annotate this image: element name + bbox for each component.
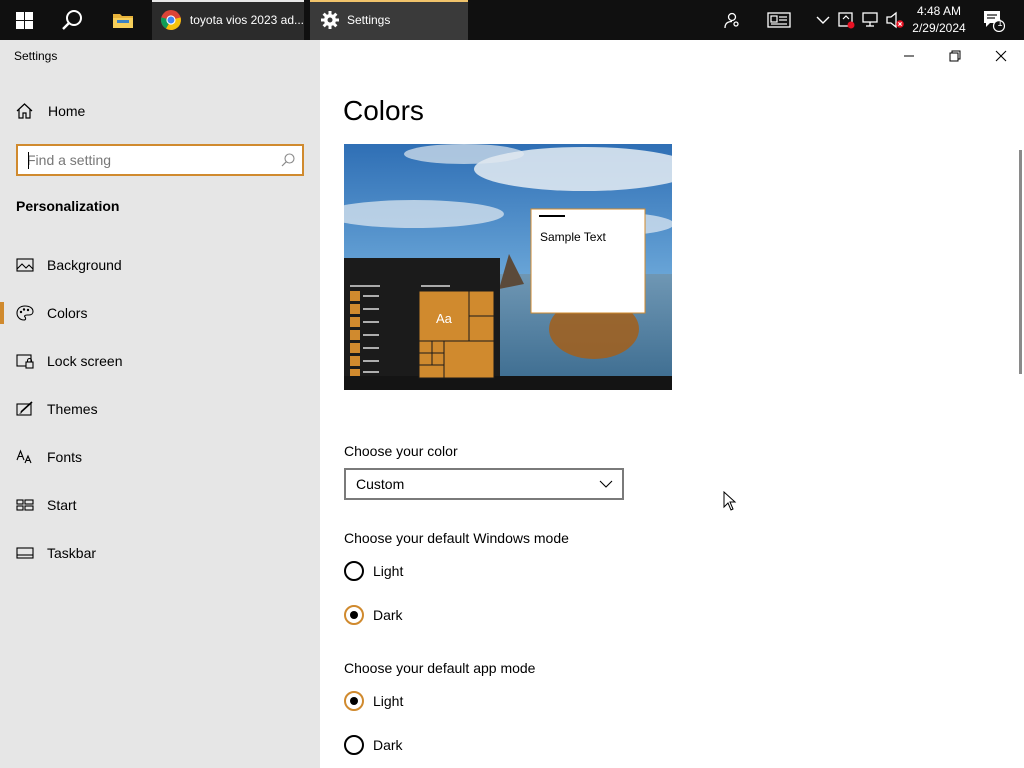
sidebar-item-background[interactable]: Background (0, 245, 320, 285)
people-button[interactable] (716, 0, 746, 40)
clock[interactable]: 4:48 AM 2/29/2024 (906, 3, 972, 37)
show-hidden-icons-button[interactable] (812, 0, 834, 40)
windows-logo-icon (15, 11, 33, 29)
action-center-button[interactable]: 1 (978, 0, 1008, 40)
sidebar-item-label: Lock screen (47, 353, 123, 369)
close-icon (995, 50, 1007, 62)
search-icon[interactable] (280, 152, 296, 168)
lock-screen-icon (16, 354, 34, 369)
radio-button-selected[interactable] (344, 605, 364, 625)
radio-button[interactable] (344, 561, 364, 581)
clock-date: 2/29/2024 (912, 21, 966, 35)
chrome-icon (160, 10, 181, 30)
restore-icon (949, 50, 961, 62)
page-title: Colors (343, 95, 424, 126)
mouse-cursor-icon (723, 491, 737, 511)
sidebar-item-themes[interactable]: Themes (0, 389, 320, 429)
taskbar-icon (16, 547, 34, 559)
brush-icon (16, 401, 33, 416)
app-mode-light-radio[interactable]: Light (344, 689, 403, 713)
chevron-up-icon (816, 16, 830, 24)
minimize-icon (904, 55, 914, 57)
speaker-muted-icon (886, 11, 904, 29)
search-box[interactable] (16, 144, 304, 176)
radio-button-selected[interactable] (344, 691, 364, 711)
sidebar-item-label: Fonts (47, 449, 83, 465)
radio-label: Light (373, 563, 404, 579)
home-label: Home (48, 103, 86, 119)
taskbar-search-button[interactable] (48, 0, 96, 40)
preview-sample-text: Sample Text (540, 230, 606, 244)
sidebar-item-label: Colors (47, 305, 88, 321)
scrollbar[interactable] (1019, 150, 1022, 374)
windows-mode-label: Choose your default Windows mode (344, 530, 569, 546)
preview-tile-text: Aa (436, 311, 452, 326)
file-explorer-button[interactable] (98, 0, 148, 40)
home-icon (16, 103, 33, 119)
start-button[interactable] (0, 0, 48, 40)
text-caret (28, 152, 29, 169)
shield-alert-icon (838, 12, 855, 29)
search-input[interactable] (27, 150, 267, 170)
sidebar-item-start[interactable]: Start (0, 485, 320, 525)
radio-button[interactable] (344, 735, 364, 755)
vpn-tray-button[interactable] (836, 0, 856, 40)
start-icon (16, 499, 34, 511)
color-dropdown[interactable]: Custom (344, 468, 624, 500)
settings-taskbar-item[interactable]: Settings (310, 0, 468, 40)
choose-color-label: Choose your color (344, 443, 458, 459)
sidebar-item-lock-screen[interactable]: Lock screen (0, 341, 320, 381)
search-icon (62, 10, 82, 30)
sidebar: Home Personalization Background Colors L… (0, 40, 320, 768)
sidebar-item-fonts[interactable]: Fonts (0, 437, 320, 477)
radio-label: Light (373, 693, 404, 709)
sidebar-item-label: Taskbar (47, 545, 97, 561)
clock-time: 4:48 AM (916, 4, 962, 18)
news-icon (767, 12, 791, 28)
radio-label: Dark (373, 737, 403, 753)
section-header: Personalization (16, 198, 120, 214)
fonts-icon (16, 449, 32, 464)
close-button[interactable] (978, 40, 1024, 72)
windows-mode-dark-radio[interactable]: Dark (344, 603, 403, 627)
home-link[interactable]: Home (16, 103, 85, 119)
sidebar-item-label: Start (47, 497, 77, 513)
window-title: Settings (14, 49, 58, 63)
chrome-task-label: toyota vios 2023 ad... (189, 13, 304, 27)
restore-button[interactable] (932, 40, 978, 72)
windows-mode-light-radio[interactable]: Light (344, 559, 403, 583)
image-icon (16, 258, 34, 272)
gear-icon (321, 11, 339, 29)
network-icon (862, 12, 878, 27)
preview-image (344, 144, 672, 390)
color-preview: Aa Sample Text (344, 144, 672, 390)
app-mode-dark-radio[interactable]: Dark (344, 733, 403, 757)
chevron-down-icon (599, 480, 613, 488)
radio-label: Dark (373, 607, 403, 623)
news-button[interactable] (762, 0, 796, 40)
taskbar: toyota vios 2023 ad... Settings 4:48 AM … (0, 0, 1024, 40)
folder-icon (113, 14, 133, 28)
network-tray-button[interactable] (860, 0, 882, 40)
palette-icon (16, 305, 34, 321)
app-mode-label: Choose your default app mode (344, 660, 536, 676)
sidebar-item-taskbar[interactable]: Taskbar (0, 533, 320, 573)
volume-tray-button[interactable] (884, 0, 906, 40)
sidebar-item-label: Background (47, 257, 122, 273)
color-dropdown-value: Custom (356, 476, 405, 492)
window-controls (886, 40, 1024, 72)
settings-task-label: Settings (347, 13, 391, 27)
minimize-button[interactable] (886, 40, 932, 72)
notification-count: 1 (997, 18, 1003, 28)
chrome-taskbar-item[interactable]: toyota vios 2023 ad... (152, 0, 304, 40)
sidebar-item-colors[interactable]: Colors (0, 293, 320, 333)
people-icon (724, 12, 739, 29)
sidebar-item-label: Themes (47, 401, 98, 417)
